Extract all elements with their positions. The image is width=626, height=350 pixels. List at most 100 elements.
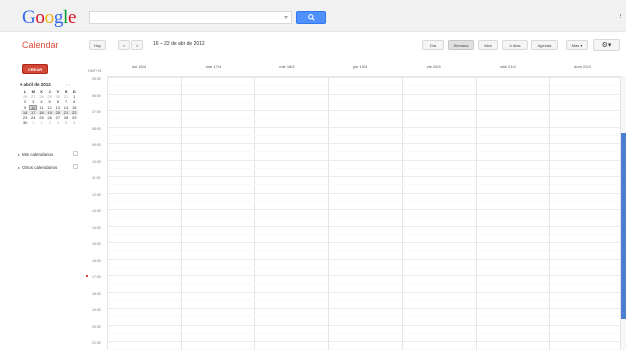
- hour-label: 16:00: [92, 258, 101, 263]
- view-day-button[interactable]: Día: [422, 40, 444, 50]
- day-header[interactable]: lun 16/4: [132, 64, 146, 69]
- view-agenda-button[interactable]: Agenda: [531, 40, 558, 50]
- half-hour-line: [107, 184, 623, 186]
- logo-letter: o: [35, 7, 45, 28]
- logo-letter: e: [68, 7, 77, 28]
- day-header[interactable]: vie 20/4: [427, 64, 441, 69]
- half-hour-line: [107, 266, 623, 268]
- mini-calendar-day[interactable]: 5: [62, 120, 70, 125]
- hour-line: [107, 341, 623, 343]
- mini-calendar-day[interactable]: 4: [54, 120, 62, 125]
- date-range-label: 16 – 22 de abr de 2012: [153, 41, 205, 47]
- hour-label: 12:00: [92, 192, 101, 197]
- hour-label: 10:00: [92, 159, 101, 164]
- settings-button[interactable]: ⚙▾: [593, 39, 620, 51]
- hour-label: 20:00: [92, 324, 101, 329]
- hour-line: [107, 291, 623, 293]
- mini-calendar-day[interactable]: 1: [29, 120, 37, 125]
- hour-line: [107, 93, 623, 95]
- half-hour-line: [107, 283, 623, 285]
- hour-line: [107, 209, 623, 211]
- view-month-button[interactable]: Mes: [478, 40, 498, 50]
- hour-line: [107, 77, 623, 78]
- half-hour-line: [107, 316, 623, 318]
- search-button[interactable]: [296, 11, 326, 24]
- hour-line: [107, 324, 623, 326]
- timezone-label: GMT+01: [88, 69, 102, 73]
- next-button[interactable]: >: [131, 40, 143, 50]
- half-hour-line: [107, 332, 623, 334]
- hour-line: [107, 225, 623, 227]
- today-button[interactable]: Hoy: [89, 40, 106, 50]
- prev-button[interactable]: <: [118, 40, 130, 50]
- day-header[interactable]: jue 19/4: [353, 64, 367, 69]
- create-button[interactable]: CREAR: [22, 64, 48, 74]
- hour-label: 07:00: [92, 110, 101, 114]
- day-header[interactable]: mar 17/4: [206, 64, 222, 69]
- expand-arrow-icon: [18, 166, 20, 169]
- half-hour-line: [107, 151, 623, 153]
- hour-line: [107, 258, 623, 260]
- view-week-button[interactable]: Semana: [448, 40, 474, 50]
- week-grid[interactable]: [107, 76, 623, 350]
- hour-label: 14:00: [92, 225, 101, 230]
- half-hour-line: [107, 101, 623, 103]
- search-icon: [308, 14, 315, 21]
- week-view: GMT+01 lun 16/4 mar 17/4 mié 18/4 jue 19/4 v…: [88, 60, 626, 350]
- hour-label: 06:00: [92, 93, 101, 98]
- half-hour-line: [107, 85, 623, 87]
- half-hour-line: [107, 118, 623, 120]
- hour-label: 08:00: [92, 126, 101, 131]
- google-logo[interactable]: Google: [22, 7, 76, 29]
- view-4days-button[interactable]: 4 días: [502, 40, 528, 50]
- search-options-icon[interactable]: [284, 16, 288, 19]
- day-header[interactable]: dom 22/4: [574, 64, 591, 69]
- mini-calendar-week: 30 1 2 3 4 5 6: [21, 120, 79, 125]
- mini-calendar-day[interactable]: 6: [70, 120, 78, 125]
- logo-letter: o: [44, 7, 55, 28]
- logo-letter: G: [22, 7, 36, 28]
- half-hour-line: [107, 217, 623, 219]
- half-hour-line: [107, 167, 623, 169]
- current-time-marker: [86, 275, 88, 277]
- my-calendars-options-icon[interactable]: [73, 151, 78, 156]
- half-hour-line: [107, 250, 623, 252]
- gear-icon: ⚙▾: [601, 42, 612, 49]
- mini-calendar-day[interactable]: 3: [46, 120, 54, 125]
- day-header[interactable]: sáb 21/4: [500, 64, 515, 69]
- top-bar: Google: [0, 0, 626, 32]
- search-input[interactable]: [89, 11, 292, 24]
- day-header[interactable]: mié 18/4: [279, 64, 294, 69]
- hour-line: [107, 308, 623, 310]
- mini-calendar-day[interactable]: 30: [21, 120, 29, 125]
- my-calendars-label: Mis calendarios: [22, 152, 54, 157]
- hour-label: 17:00: [92, 275, 101, 280]
- more-options-icon[interactable]: [620, 14, 622, 18]
- other-calendars-toggle[interactable]: Otros calendarios: [18, 165, 57, 170]
- hour-line: [107, 110, 623, 111]
- hour-label: 19:00: [92, 308, 101, 313]
- half-hour-line: [107, 200, 623, 202]
- mini-calendar-day[interactable]: 2: [37, 120, 45, 125]
- scrollbar-thumb[interactable]: [621, 133, 626, 319]
- hour-line: [107, 176, 623, 178]
- hour-line: [107, 159, 623, 161]
- hour-label: 21:00: [92, 341, 101, 346]
- hour-label: 09:00: [92, 143, 101, 148]
- hour-line: [107, 275, 623, 277]
- expand-arrow-icon: [18, 153, 20, 156]
- logo-letter: g: [53, 7, 64, 28]
- more-button[interactable]: Más ▾: [566, 40, 588, 50]
- hour-label: 18:00: [92, 291, 101, 296]
- mini-calendar: L M X J V S D 26 27 28 29 30 31 1 2 3 4 5 6 7 8 9 10 11 12 13 14 15…: [21, 89, 79, 125]
- hour-line: [107, 143, 623, 145]
- half-hour-line: [107, 299, 623, 301]
- hour-label: 15:00: [92, 242, 101, 247]
- other-calendars-options-icon[interactable]: [73, 164, 78, 169]
- hour-label: 11:00: [92, 176, 101, 181]
- app-title[interactable]: Calendar: [22, 40, 59, 50]
- my-calendars-toggle[interactable]: Mis calendarios: [18, 152, 53, 157]
- mini-calendar-month[interactable]: ▾ abril de 2012: [20, 82, 51, 88]
- mini-calendar-nav[interactable]: ‹ ›: [66, 82, 70, 87]
- hour-line: [107, 126, 623, 128]
